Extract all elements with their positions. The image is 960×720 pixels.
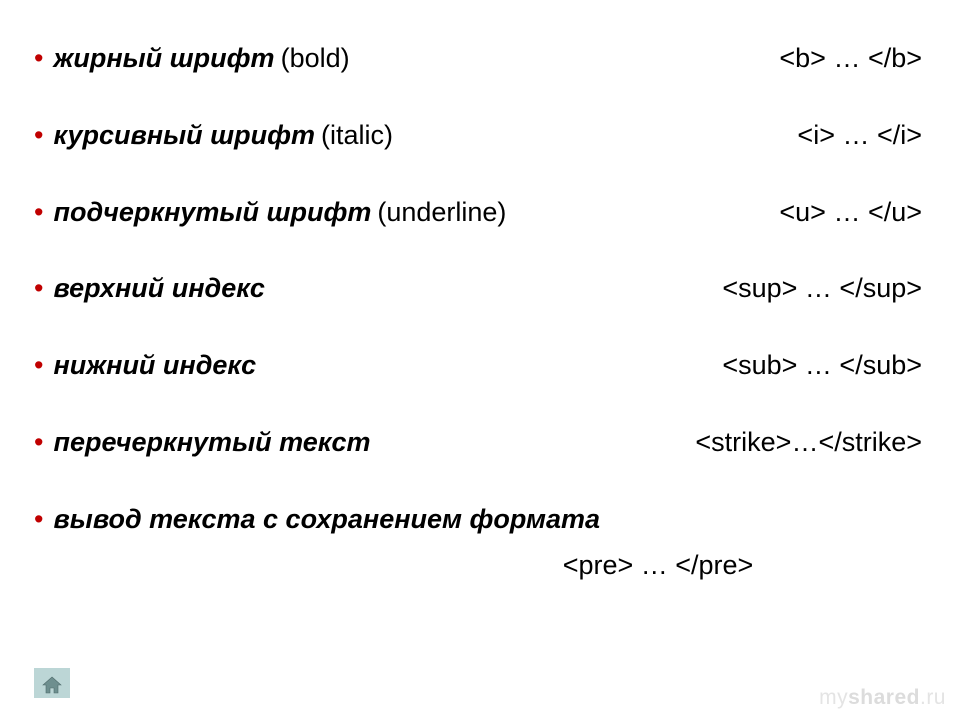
item-code: <u> … </u> (779, 196, 926, 230)
item-label: вывод текста с сохранением формата (53, 503, 600, 537)
item-label: жирный шрифт (53, 42, 274, 76)
watermark-part1: my (819, 686, 848, 709)
tag-list: • жирный шрифт (bold) <b> … </b> • курси… (34, 42, 926, 536)
item-code: <b> … </b> (779, 42, 926, 76)
list-item: • перечеркнутый текст <strike>…</strike> (34, 426, 926, 460)
list-item: • вывод текста с сохранением формата (34, 503, 926, 537)
item-label: подчеркнутый шрифт (53, 196, 371, 230)
item-code: <pre> … </pre> (563, 550, 758, 581)
item-code: <strike>…</strike> (695, 426, 926, 460)
item-label: перечеркнутый текст (53, 426, 370, 460)
bullet-icon: • (34, 349, 43, 383)
bullet-icon: • (34, 42, 43, 76)
home-icon (41, 675, 63, 695)
watermark: myshared.ru (819, 686, 946, 710)
list-item: • верхний индекс <sup> … </sup> (34, 272, 926, 306)
watermark-part2: shared (848, 686, 920, 709)
watermark-part3: .ru (920, 686, 946, 709)
item-code: <sup> … </sup> (722, 272, 926, 306)
item-label: верхний индекс (53, 272, 265, 306)
slide: • жирный шрифт (bold) <b> … </b> • курси… (0, 0, 960, 720)
item-label: курсивный шрифт (53, 119, 315, 153)
home-button[interactable] (34, 668, 70, 698)
item-paren: (underline) (377, 196, 506, 230)
bullet-icon: • (34, 272, 43, 306)
item-paren: (bold) (281, 42, 350, 76)
bullet-icon: • (34, 196, 43, 230)
list-item: • нижний индекс <sub> … </sub> (34, 349, 926, 383)
list-item: • подчеркнутый шрифт (underline) <u> … <… (34, 196, 926, 230)
bullet-icon: • (34, 426, 43, 460)
bullet-icon: • (34, 119, 43, 153)
list-item: • жирный шрифт (bold) <b> … </b> (34, 42, 926, 76)
item-label: нижний индекс (53, 349, 256, 383)
item-code: <sub> … </sub> (722, 349, 926, 383)
item-paren: (italic) (321, 119, 393, 153)
pre-code-line: <pre> … </pre> (34, 550, 926, 581)
bullet-icon: • (34, 503, 43, 537)
item-code: <i> … </i> (797, 119, 926, 153)
list-item: • курсивный шрифт (italic) <i> … </i> (34, 119, 926, 153)
